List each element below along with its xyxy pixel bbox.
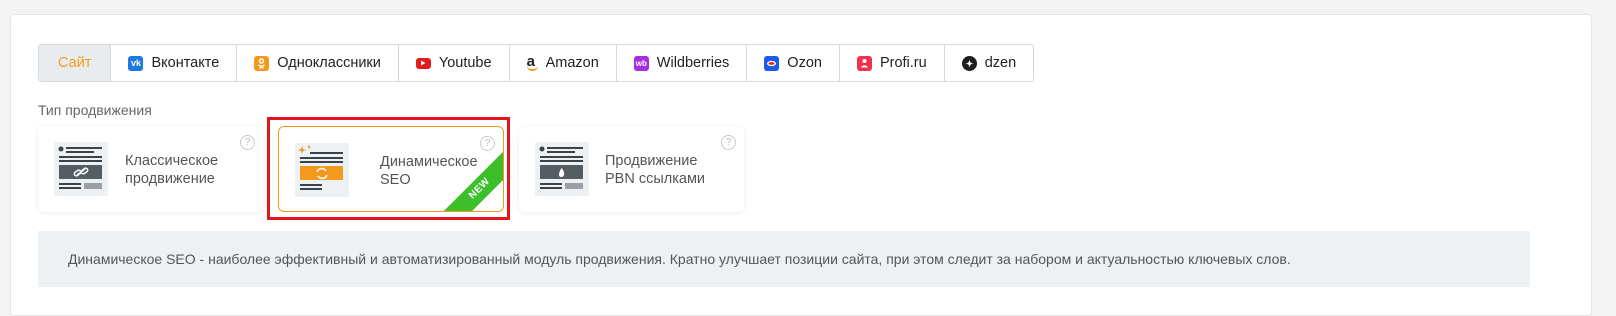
amazon-icon: a — [526, 54, 538, 71]
card-title-line1: Продвижение — [605, 153, 698, 169]
tab-site[interactable]: Сайт — [39, 45, 112, 81]
profi-icon — [856, 55, 872, 71]
tab-label: Amazon — [545, 55, 599, 71]
tab-label: Одноклассники — [277, 55, 381, 71]
card-title: Продвижение PBN ссылками — [605, 152, 705, 188]
tab-label: dzen — [984, 55, 1017, 71]
promotion-description: Динамическое SEO - наиболее эффективный … — [38, 231, 1530, 287]
tab-odnoklassniki[interactable]: Одноклассники — [237, 45, 399, 81]
description-text: Динамическое SEO - наиболее эффективный … — [68, 251, 1291, 267]
card-title-line1: Классическое — [125, 153, 219, 169]
ozon-icon — [764, 55, 780, 71]
tab-ozon[interactable]: Ozon — [747, 45, 840, 81]
dzen-icon — [961, 55, 977, 71]
card-title-line2: SEO — [380, 172, 411, 188]
card-title-line1: Динамическое — [380, 154, 478, 170]
link-document-icon — [54, 142, 108, 196]
help-icon[interactable]: ? — [240, 135, 255, 150]
tab-profi[interactable]: Profi.ru — [840, 45, 945, 81]
tab-label: Wildberries — [656, 55, 730, 71]
tab-amazon[interactable]: a Amazon — [510, 45, 617, 81]
card-pbn-links[interactable]: Продвижение PBN ссылками ? — [519, 126, 744, 212]
tab-label: Profi.ru — [879, 55, 927, 71]
platform-tabs: Сайт vk Вконтакте Одноклассники Youtube … — [38, 44, 1035, 82]
wildberries-icon: wb — [633, 55, 649, 71]
odnoklassniki-icon — [254, 55, 270, 71]
tab-vkontakte[interactable]: vk Вконтакте — [111, 45, 238, 81]
card-classic-promotion[interactable]: Классическое продвижение ? — [38, 126, 263, 212]
tab-dzen[interactable]: dzen — [945, 45, 1033, 81]
card-title-line2: PBN ссылками — [605, 171, 706, 187]
card-dynamic-seo[interactable]: Динамическое SEO ? NEW — [278, 126, 504, 212]
tab-label: Вконтакте — [151, 55, 220, 71]
promotion-type-label: Тип продвижения — [38, 102, 152, 118]
refresh-document-icon — [295, 143, 349, 197]
tab-wildberries[interactable]: wb Wildberries — [617, 45, 748, 81]
vk-icon: vk — [128, 55, 144, 71]
fire-document-icon — [535, 142, 589, 196]
help-icon[interactable]: ? — [721, 135, 736, 150]
youtube-icon — [415, 57, 431, 69]
tab-label: Сайт — [58, 55, 92, 71]
tab-youtube[interactable]: Youtube — [399, 45, 510, 81]
card-title: Классическое продвижение — [125, 152, 218, 188]
help-icon[interactable]: ? — [480, 136, 495, 151]
card-title-line2: продвижение — [125, 171, 215, 187]
card-title: Динамическое SEO — [380, 153, 478, 189]
tab-label: Ozon — [787, 55, 822, 71]
tab-label: Youtube — [438, 55, 492, 71]
